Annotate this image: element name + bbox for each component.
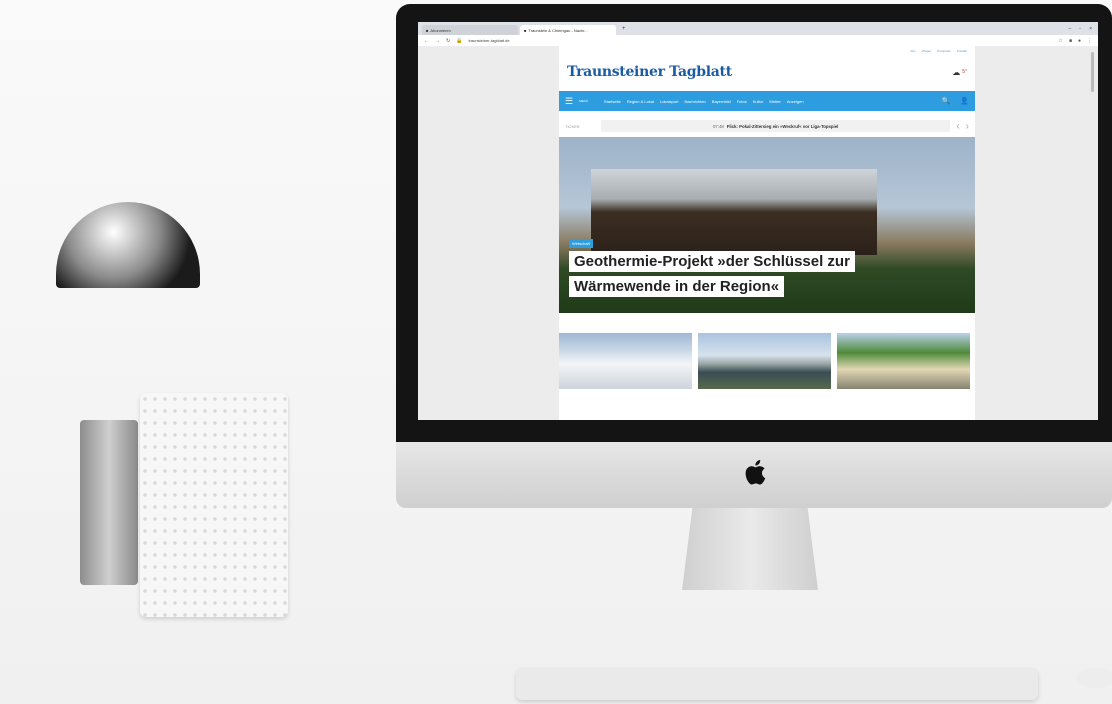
top-link[interactable]: Prospekte <box>937 49 951 53</box>
browser-viewport: Abo ePaper Prospekte Kontakt Traunsteine… <box>418 46 1098 420</box>
article-thumbnails <box>559 333 975 389</box>
extension-icon[interactable]: ■ <box>1069 38 1072 44</box>
menu-label[interactable]: MENÜ <box>579 99 588 103</box>
browser-tab-strip: ■ Abonnieren ■ Traunstein & Chiemgau - Nac… <box>418 22 1098 35</box>
hamburger-menu-icon[interactable]: ☰ <box>565 96 573 107</box>
main-nav: ☰ MENÜ Startseite Region & Lokal Lokalsp… <box>559 91 975 111</box>
nav-item[interactable]: Lokalsport <box>660 99 678 104</box>
nav-item[interactable]: Fotos <box>737 99 747 104</box>
hero-article[interactable]: Wirtschaft Geothermie-Projekt »der Schlü… <box>559 137 975 313</box>
weather-widget[interactable]: ☁ 5° <box>952 68 967 77</box>
new-tab-icon[interactable]: + <box>618 26 626 32</box>
user-icon[interactable]: 👤 <box>960 97 969 105</box>
nav-item[interactable]: Kultur <box>753 99 763 104</box>
thumbnail-lake[interactable] <box>698 333 831 389</box>
hero-headline[interactable]: Geothermie-Projekt »der Schlüssel zur Wä… <box>569 251 855 297</box>
more-icon[interactable]: ⋮ <box>1087 38 1092 44</box>
top-link[interactable]: Kontakt <box>957 49 967 53</box>
weather-temp: 5° <box>962 69 967 75</box>
imac-bezel: ■ Abonnieren ■ Traunstein & Chiemgau - Nac… <box>396 4 1112 442</box>
search-icon[interactable]: 🔍 <box>942 97 951 105</box>
nav-item[interactable]: Wetter <box>769 99 781 104</box>
favicon-icon: ■ <box>426 27 429 33</box>
favicon-icon: ■ <box>524 27 527 33</box>
pen-holder <box>80 420 138 585</box>
desk-lamp <box>56 202 200 288</box>
category-badge: Wirtschaft <box>569 239 593 248</box>
chevron-left-icon[interactable]: ‹ <box>956 121 959 132</box>
nav-item[interactable]: Startseite <box>604 99 621 104</box>
minimize-icon[interactable]: – <box>1069 26 1072 32</box>
nav-item[interactable]: Anzeigen <box>787 99 804 104</box>
masthead: Traunsteiner Tagblatt ☁ 5° <box>559 53 975 91</box>
site-logo[interactable]: Traunsteiner Tagblatt <box>567 64 732 80</box>
browser-tab[interactable]: ■ Abonnieren <box>422 25 518 35</box>
top-links: Abo ePaper Prospekte Kontakt <box>559 46 975 53</box>
web-page: Abo ePaper Prospekte Kontakt Traunsteine… <box>559 46 975 420</box>
imac-stand <box>682 504 818 590</box>
nav-item[interactable]: Nachrichten <box>684 99 705 104</box>
maximize-icon[interactable]: ▫ <box>1079 26 1081 32</box>
news-ticker: TICKER 07:48 Flick: Pokal-Zittersieg ein… <box>559 117 975 135</box>
hero-image <box>591 169 877 255</box>
imac-screen: ■ Abonnieren ■ Traunstein & Chiemgau - Nac… <box>418 22 1098 420</box>
ticker-text: Flick: Pokal-Zittersieg ein »Weckruf« vo… <box>726 123 839 129</box>
headline-line: Wärmewende in der Region« <box>569 276 785 297</box>
desk-scene: ■ Abonnieren ■ Traunstein & Chiemgau - Nac… <box>0 0 1112 704</box>
close-icon[interactable]: × <box>1089 26 1092 32</box>
nav-item[interactable]: Bayernbild <box>712 99 731 104</box>
chevron-right-icon[interactable]: › <box>966 121 969 132</box>
apple-logo-icon <box>745 460 766 485</box>
thumbnail-town[interactable] <box>837 333 970 389</box>
ticker-label: TICKER <box>565 123 580 129</box>
forward-icon[interactable]: → <box>435 38 440 44</box>
imac: ■ Abonnieren ■ Traunstein & Chiemgau - Nac… <box>396 4 1112 508</box>
scrollbar[interactable] <box>1091 52 1094 92</box>
mouse <box>1076 668 1112 688</box>
nav-item[interactable]: Region & Lokal <box>627 99 654 104</box>
keyboard <box>516 668 1038 700</box>
ticker-headline[interactable]: 07:48 Flick: Pokal-Zittersieg ein »Weckr… <box>601 120 951 132</box>
top-link[interactable]: ePaper <box>922 49 932 53</box>
url-field[interactable]: traunsteiner-tagblatt.de <box>468 38 509 43</box>
back-icon[interactable]: ← <box>424 38 429 44</box>
headline-line: Geothermie-Projekt »der Schlüssel zur <box>569 251 855 272</box>
star-icon[interactable]: ☆ <box>1058 38 1062 44</box>
window-controls: – ▫ × <box>1069 26 1098 32</box>
account-icon[interactable]: ● <box>1078 38 1081 44</box>
perforated-vase <box>140 393 288 617</box>
cloud-icon: ☁ <box>952 67 961 77</box>
thumbnail-mountains[interactable] <box>559 333 692 389</box>
ticker-time: 07:48 <box>712 123 724 129</box>
lock-icon: 🔒 <box>456 37 463 44</box>
browser-tab-active[interactable]: ■ Traunstein & Chiemgau - Nachr... <box>520 25 616 35</box>
imac-chin <box>396 442 1112 508</box>
top-link[interactable]: Abo <box>910 49 915 53</box>
reload-icon[interactable]: ↻ <box>446 38 450 44</box>
